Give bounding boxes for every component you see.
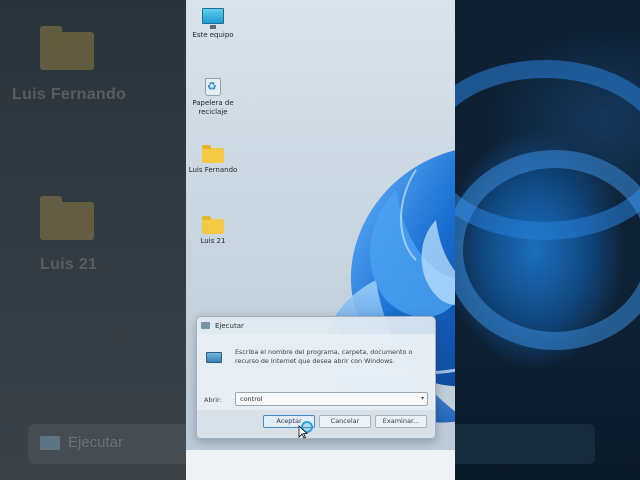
run-dialog-description: Escriba el nombre del programa, carpeta,… xyxy=(235,348,413,365)
desktop-icon-label: Luis Fernando xyxy=(188,166,238,174)
screen: Luis Fernando Luis 21 Ejecutar Este equi… xyxy=(0,0,640,480)
desktop-icon-folder-luis-fernando[interactable]: Luis Fernando xyxy=(186,145,243,175)
run-program-icon xyxy=(206,352,222,363)
open-label: Abrir: xyxy=(204,396,222,404)
recycle-bin-icon xyxy=(205,78,221,96)
open-input[interactable]: control ▾ xyxy=(235,392,428,406)
run-icon xyxy=(201,322,210,329)
blurred-run-title: Ejecutar xyxy=(68,434,124,451)
cancel-button[interactable]: Cancelar xyxy=(319,415,371,428)
blurred-background-right xyxy=(455,0,640,480)
desktop-icon-label: Luis 21 xyxy=(200,237,226,245)
browse-button[interactable]: Examinar... xyxy=(375,415,427,428)
desktop-icon-recycle-bin[interactable]: Papelera de reciclaje xyxy=(186,78,243,117)
run-icon xyxy=(40,436,60,450)
blurred-folder-icon xyxy=(40,196,94,240)
run-dialog-button-bar: Aceptar Cancelar Examinar... xyxy=(197,410,435,438)
open-input-value: control xyxy=(240,395,263,403)
desktop-icon-this-pc[interactable]: Este equipo xyxy=(186,8,243,40)
blurred-label: Luis 21 xyxy=(40,256,98,273)
run-dialog-body: Escriba el nombre del programa, carpeta,… xyxy=(197,334,435,438)
blurred-run-dialog: Ejecutar xyxy=(28,424,186,464)
taskbar xyxy=(186,450,455,480)
computer-icon xyxy=(202,8,224,29)
blurred-run-dialog-right xyxy=(455,424,595,464)
desktop-icon-folder-luis-21[interactable]: Luis 21 xyxy=(186,216,243,246)
blurred-folder-icon xyxy=(40,26,94,70)
folder-icon xyxy=(202,145,224,163)
desktop-icon-label: Este equipo xyxy=(192,31,234,39)
blurred-label: Luis Fernando xyxy=(12,86,127,103)
run-dialog-titlebar[interactable]: Ejecutar xyxy=(197,317,435,334)
chevron-down-icon[interactable]: ▾ xyxy=(421,395,424,402)
run-dialog: Ejecutar Escriba el nombre del programa,… xyxy=(196,316,436,439)
desktop-icon-label: Papelera de reciclaje xyxy=(192,99,234,116)
blurred-background-left: Luis Fernando Luis 21 Ejecutar xyxy=(0,0,186,480)
blurred-bloom-shape xyxy=(455,150,640,350)
folder-icon xyxy=(202,216,224,234)
run-dialog-title: Ejecutar xyxy=(215,321,244,330)
